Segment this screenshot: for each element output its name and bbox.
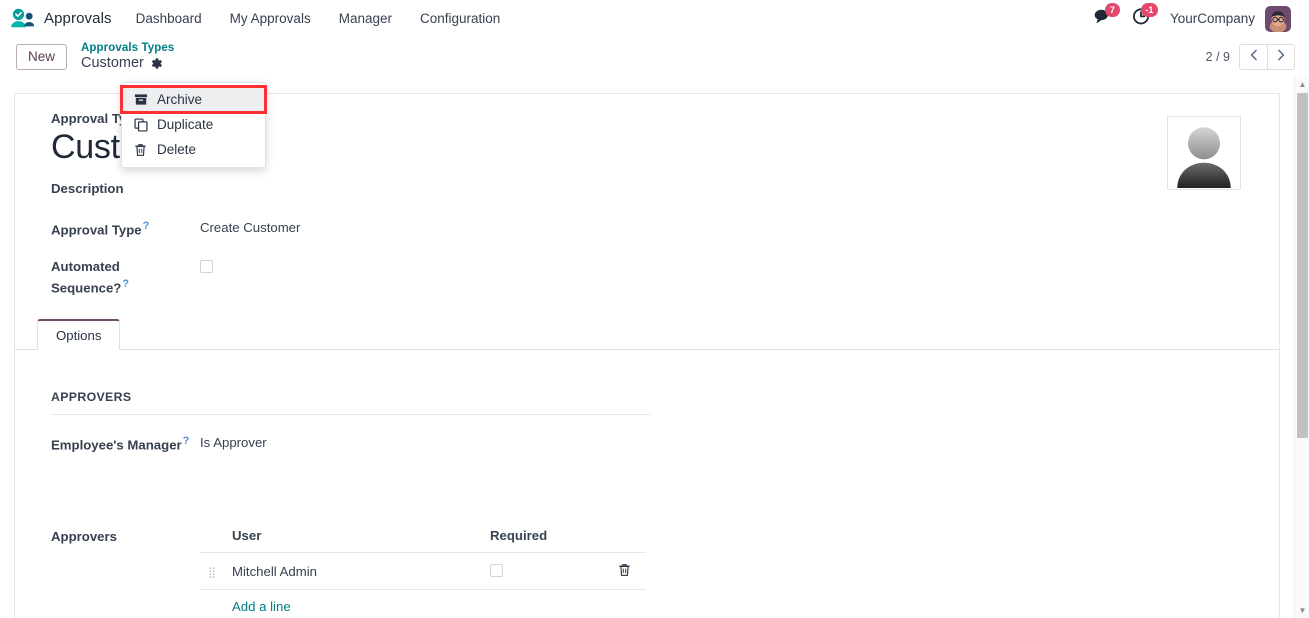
row-required-checkbox[interactable] bbox=[490, 564, 503, 578]
field-row-automated-sequence: Automated Sequence?? bbox=[51, 257, 1243, 298]
archive-box-icon bbox=[133, 93, 148, 106]
menu-item-manager[interactable]: Manager bbox=[325, 0, 406, 37]
vertical-scrollbar[interactable]: ▲ ▼ bbox=[1294, 77, 1309, 618]
breadcrumb-current-label: Customer bbox=[81, 55, 144, 72]
field-label-approval-type-text: Approval Type bbox=[51, 222, 142, 238]
field-value-employee-manager[interactable]: Is Approver bbox=[200, 433, 267, 453]
activities-badge: -1 bbox=[1140, 3, 1158, 17]
field-label-automated-sequence-text: Automated Sequence? bbox=[51, 259, 122, 296]
field-label-employee-manager-text: Employee's Manager bbox=[51, 437, 182, 453]
column-header-user[interactable]: User bbox=[226, 521, 484, 554]
scroll-up-arrow-icon[interactable]: ▲ bbox=[1295, 77, 1309, 92]
approvers-table-head: User Required bbox=[200, 521, 646, 554]
dropdown-item-archive-label: Archive bbox=[157, 92, 203, 107]
user-avatar-icon[interactable] bbox=[1265, 5, 1291, 32]
field-label-employee-manager: Employee's Manager? bbox=[51, 433, 200, 455]
field-label-approval-type: Approval Type? bbox=[51, 218, 200, 240]
menu-item-my-approvals[interactable]: My Approvals bbox=[216, 0, 325, 37]
column-header-required[interactable]: Required bbox=[484, 521, 612, 554]
pager-buttons bbox=[1239, 44, 1295, 70]
approvers-group-title: APPROVERS bbox=[51, 390, 651, 416]
add-line-spacer-cell bbox=[200, 589, 226, 618]
dropdown-item-duplicate[interactable]: Duplicate bbox=[122, 112, 265, 137]
add-line-row[interactable]: Add a line bbox=[200, 589, 646, 618]
automated-sequence-checkbox[interactable] bbox=[200, 260, 213, 274]
messages-menu-button[interactable]: 7 bbox=[1084, 0, 1122, 37]
field-value-automated-sequence bbox=[200, 257, 213, 279]
add-line-cell: Add a line bbox=[226, 589, 646, 618]
dropdown-item-archive[interactable]: Archive bbox=[120, 85, 267, 114]
field-row-approval-type: Approval Type? Create Customer bbox=[51, 218, 1243, 240]
column-header-handle bbox=[200, 521, 226, 554]
trash-delete-icon bbox=[133, 143, 148, 157]
navbar-systray: 7 -1 YourCompany bbox=[1084, 0, 1301, 37]
dropdown-item-duplicate-label: Duplicate bbox=[157, 117, 214, 132]
pager-counter: 2 / 9 bbox=[1205, 50, 1230, 64]
menu-item-configuration[interactable]: Configuration bbox=[406, 0, 514, 37]
tab-options[interactable]: Options bbox=[37, 319, 121, 351]
chevron-left-icon bbox=[1249, 48, 1259, 66]
field-row-employee-manager: Employee's Manager? Is Approver bbox=[51, 433, 1243, 455]
field-row-description: Description bbox=[51, 179, 1243, 199]
pager: 2 / 9 bbox=[1206, 44, 1295, 70]
trash-icon[interactable] bbox=[618, 563, 631, 577]
table-row[interactable]: ⣿ Mitchell Admin bbox=[200, 552, 646, 591]
approvers-list-label: Approvers bbox=[51, 529, 117, 545]
dropdown-item-delete-label: Delete bbox=[157, 142, 197, 157]
menu-item-dashboard[interactable]: Dashboard bbox=[122, 0, 216, 37]
new-button[interactable]: New bbox=[16, 43, 68, 71]
pager-previous-button[interactable] bbox=[1239, 44, 1267, 70]
app-brand[interactable]: Approvals bbox=[8, 0, 122, 37]
drag-handle-icon[interactable]: ⣿ bbox=[208, 567, 216, 579]
add-a-line-link[interactable]: Add a line bbox=[232, 599, 291, 614]
tab-pane-options: APPROVERS Employee's Manager? Is Approve… bbox=[15, 350, 1279, 618]
approvers-header-row: User Required bbox=[200, 521, 646, 554]
field-label-automated-sequence: Automated Sequence?? bbox=[51, 257, 200, 298]
help-marker-employee-manager[interactable]: ? bbox=[183, 435, 190, 447]
breadcrumb-current: Customer bbox=[81, 55, 174, 72]
brand-name: Approvals bbox=[44, 10, 112, 27]
row-user-cell[interactable]: Mitchell Admin bbox=[226, 552, 484, 591]
dropdown-item-delete[interactable]: Delete bbox=[122, 137, 265, 162]
notebook: Options APPROVERS Employee's Manager? Is… bbox=[15, 318, 1279, 618]
approvers-table-body: ⣿ Mitchell Admin Add a line bbox=[200, 552, 646, 618]
row-drag-cell: ⣿ bbox=[200, 552, 226, 591]
field-label-description: Description bbox=[51, 181, 124, 197]
row-required-cell bbox=[484, 552, 612, 591]
company-switcher[interactable]: YourCompany bbox=[1160, 11, 1265, 26]
breadcrumb: Approvals Types Customer bbox=[81, 42, 174, 72]
notebook-tabs: Options bbox=[15, 318, 1279, 351]
scroll-down-arrow-icon[interactable]: ▼ bbox=[1295, 603, 1309, 618]
approvals-person-check-icon bbox=[10, 8, 36, 30]
record-actions-dropdown: Archive Duplicate Delete bbox=[120, 82, 267, 168]
help-marker-automated-sequence[interactable]: ? bbox=[122, 278, 129, 290]
chevron-right-icon bbox=[1276, 48, 1286, 66]
top-navbar: Approvals Dashboard My Approvals Manager… bbox=[0, 0, 1309, 37]
gear-icon[interactable] bbox=[150, 57, 163, 70]
pager-next-button[interactable] bbox=[1267, 44, 1295, 70]
main-menu: Dashboard My Approvals Manager Configura… bbox=[122, 0, 515, 37]
activities-menu-button[interactable]: -1 bbox=[1122, 0, 1160, 37]
approvers-table: User Required ⣿ Mitchell Admin Add a lin… bbox=[200, 521, 646, 618]
form-sheet: Approval Type Customer Description Appro… bbox=[14, 93, 1280, 618]
approvers-list-block: Approvers User Required ⣿ Mitchell Admin… bbox=[51, 521, 1243, 618]
help-marker-approval-type[interactable]: ? bbox=[143, 220, 150, 232]
messages-badge: 7 bbox=[1104, 3, 1120, 17]
breadcrumb-parent-link[interactable]: Approvals Types bbox=[81, 42, 174, 55]
image-placeholder-avatar bbox=[1169, 118, 1239, 188]
duplicate-copy-icon bbox=[133, 117, 148, 132]
column-header-actions bbox=[612, 521, 646, 554]
control-panel: New Approvals Types Customer 2 / 9 Archi… bbox=[0, 37, 1309, 168]
avatar[interactable] bbox=[1167, 116, 1241, 190]
field-value-approval-type[interactable]: Create Customer bbox=[200, 218, 300, 238]
row-actions-cell bbox=[612, 552, 646, 591]
scrollbar-thumb[interactable] bbox=[1297, 93, 1308, 438]
